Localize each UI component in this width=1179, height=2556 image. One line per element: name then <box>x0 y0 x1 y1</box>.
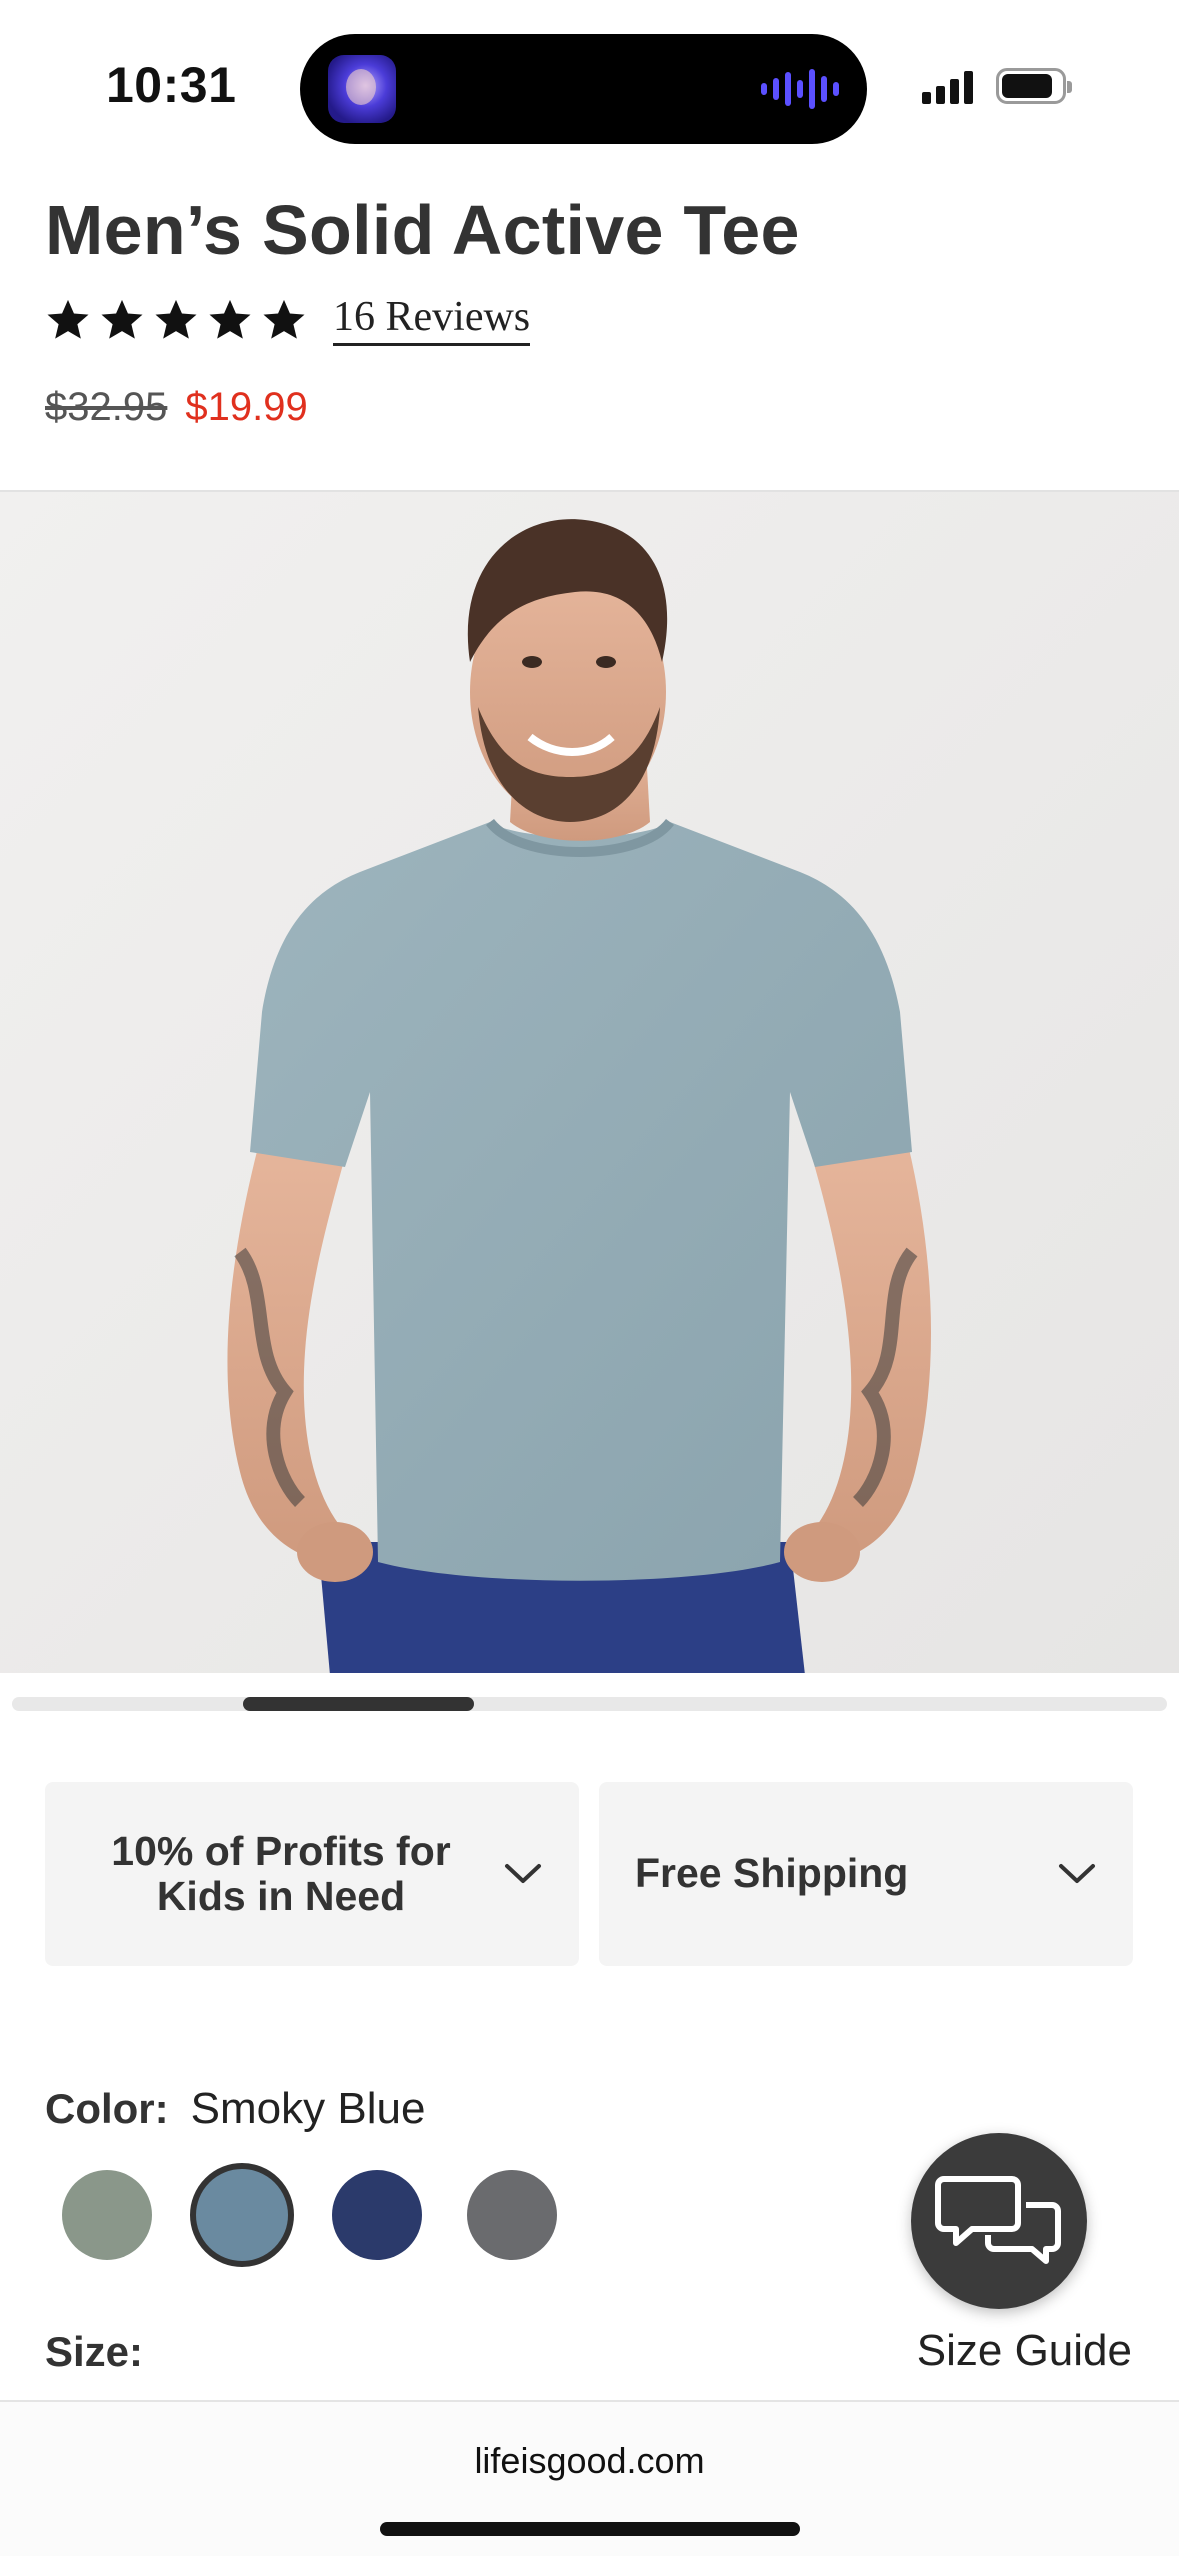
star-icon <box>209 299 251 339</box>
selected-color-name: Smoky Blue <box>190 2084 426 2133</box>
original-price: $32.95 <box>45 385 168 429</box>
product-image-carousel[interactable] <box>0 490 1179 1673</box>
product-title: Men’s Solid Active Tee <box>45 191 800 269</box>
star-rating <box>45 297 307 343</box>
star-icon <box>263 299 305 339</box>
size-label: Size: <box>45 2328 144 2375</box>
star-icon <box>101 299 143 339</box>
battery-icon <box>996 68 1072 104</box>
price-row: $32.95 $19.99 <box>45 385 308 430</box>
free-shipping-accordion[interactable]: Free Shipping <box>599 1782 1133 1966</box>
sale-price: $19.99 <box>185 385 308 429</box>
chat-button[interactable] <box>911 2133 1087 2309</box>
star-icon <box>47 299 89 339</box>
product-photo <box>0 492 1179 1673</box>
audio-waveform-icon <box>761 68 839 110</box>
url-text[interactable]: lifeisgood.com <box>0 2440 1179 2482</box>
reviews-link[interactable]: 16 Reviews <box>333 294 531 346</box>
color-label: Color: <box>45 2085 169 2132</box>
color-swatch-navy[interactable] <box>332 2170 422 2260</box>
browser-address-bar[interactable]: lifeisgood.com <box>0 2400 1179 2556</box>
product-page: 10:31 Men’s Solid Active Tee 16 Reviews … <box>0 0 1179 2556</box>
chevron-down-icon <box>505 1864 541 1883</box>
accordion-label: Free Shipping <box>635 1850 909 1897</box>
carousel-scroll-thumb[interactable] <box>243 1697 474 1711</box>
chat-bubbles-icon <box>935 2176 1061 2264</box>
status-time: 10:31 <box>106 57 237 113</box>
now-playing-artwork[interactable] <box>328 55 396 123</box>
kids-in-need-accordion[interactable]: 10% of Profits for Kids in Need <box>45 1782 579 1966</box>
home-indicator[interactable] <box>380 2522 800 2536</box>
chevron-down-icon <box>1059 1864 1095 1883</box>
status-bar: 10:31 <box>0 0 1179 170</box>
star-icon <box>155 299 197 339</box>
color-swatch-sage[interactable] <box>62 2170 152 2260</box>
size-guide-link[interactable]: Size Guide <box>917 2326 1132 2376</box>
color-selector-header: Color: Smoky Blue <box>45 2084 425 2134</box>
carousel-scrollbar[interactable] <box>12 1697 1167 1711</box>
dynamic-island[interactable] <box>300 34 867 144</box>
color-swatch-smoky-blue[interactable] <box>190 2163 294 2267</box>
rating-row: 16 Reviews <box>45 292 531 348</box>
cellular-signal-icon <box>922 70 973 104</box>
accordion-label: 10% of Profits for Kids in Need <box>111 1827 451 1919</box>
color-swatch-slate[interactable] <box>467 2170 557 2260</box>
